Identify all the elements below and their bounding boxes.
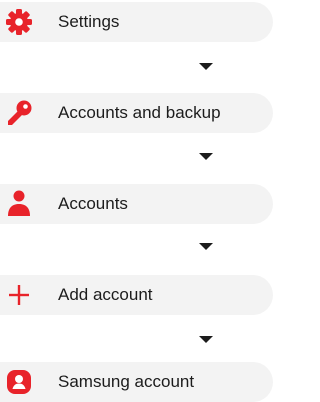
step-label: Samsung account xyxy=(58,372,195,391)
chevron-down-icon xyxy=(199,153,213,160)
plus-icon xyxy=(4,280,34,310)
step-label: Accounts xyxy=(58,194,128,213)
person-icon xyxy=(4,189,34,219)
chevron-down-icon xyxy=(199,243,213,250)
chevron-down-icon xyxy=(199,63,213,70)
step-label: Settings xyxy=(58,12,120,31)
gear-icon xyxy=(4,7,34,37)
samsung-account-icon xyxy=(4,367,34,397)
key-icon xyxy=(4,98,34,128)
step-accounts[interactable]: Accounts xyxy=(0,184,273,224)
step-accounts-and-backup[interactable]: Accounts and backup xyxy=(0,93,273,133)
step-label: Add account xyxy=(58,285,153,304)
step-add-account[interactable]: Add account xyxy=(0,275,273,315)
step-settings[interactable]: Settings xyxy=(0,2,273,42)
step-samsung-account[interactable]: Samsung account xyxy=(0,362,273,402)
chevron-down-icon xyxy=(199,336,213,343)
step-label: Accounts and backup xyxy=(58,103,221,122)
